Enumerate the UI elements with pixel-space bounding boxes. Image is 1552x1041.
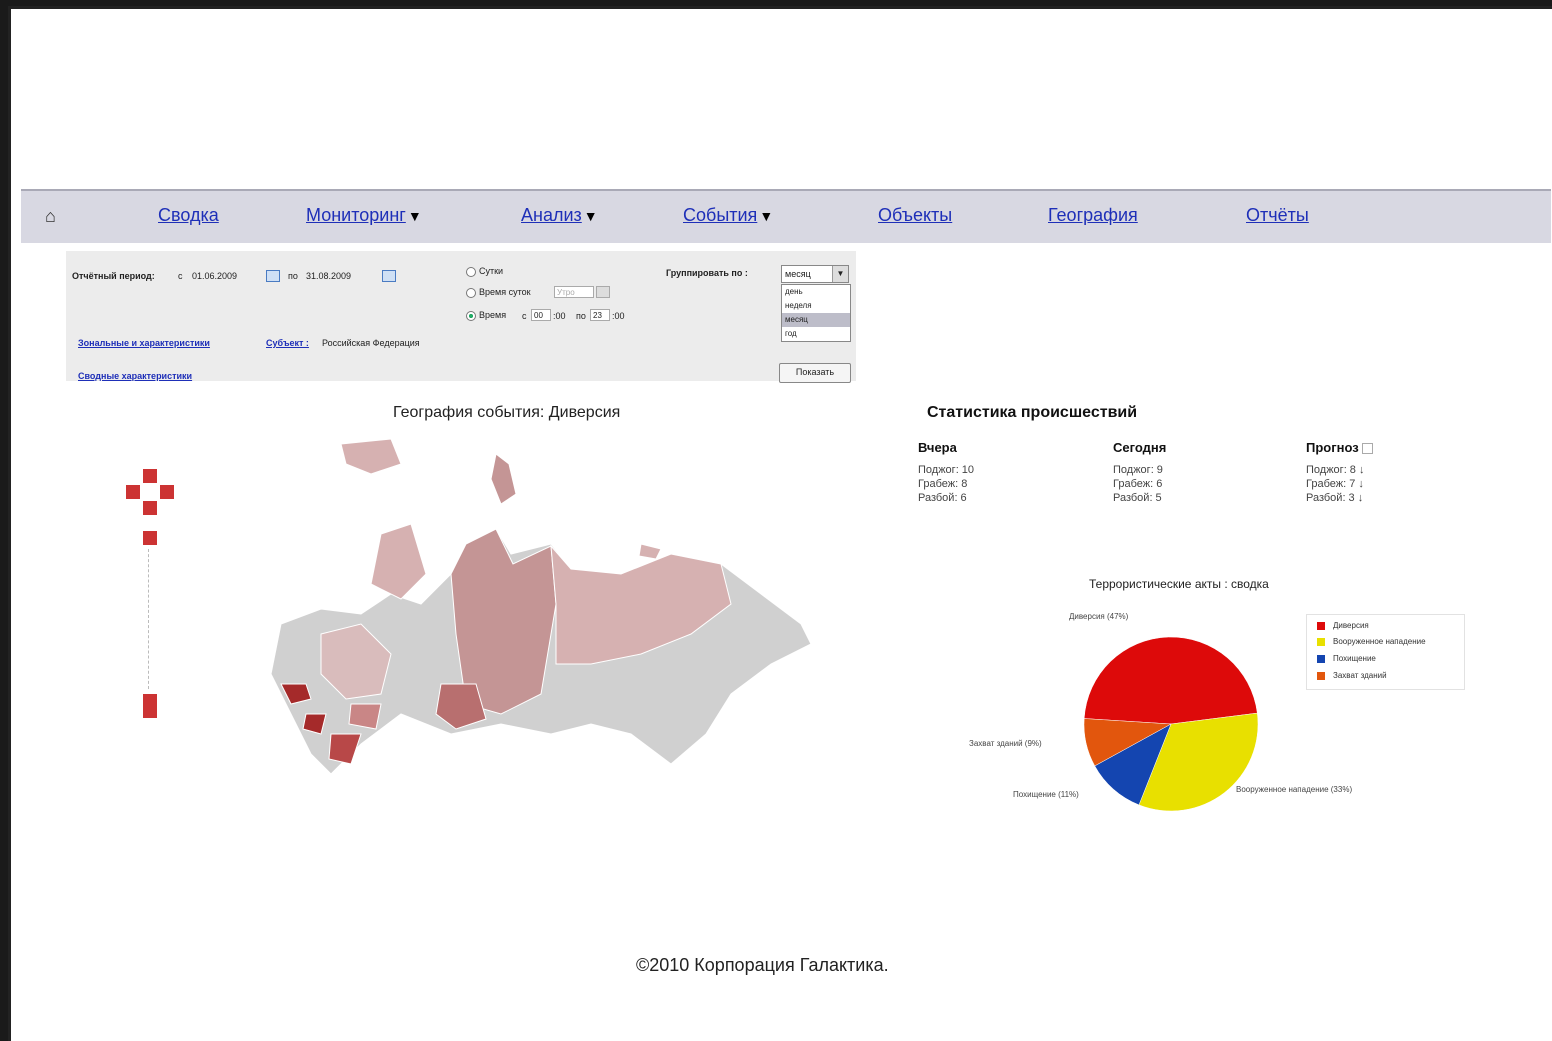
stats-card-yesterday: Вчера Поджог: 10 Грабеж: 8 Разбой: 6 <box>906 432 1086 522</box>
radio-icon[interactable] <box>466 310 476 321</box>
pan-left-icon[interactable] <box>126 485 140 499</box>
zoom-slider[interactable] <box>148 549 153 689</box>
legend-swatch <box>1317 621 1325 630</box>
show-button[interactable]: Показать <box>779 363 851 383</box>
nav-reports[interactable]: Отчёты <box>1246 205 1309 226</box>
radio-time-of-day[interactable]: Время суток <box>466 287 531 298</box>
time-of-day-select[interactable]: Утро <box>554 286 594 298</box>
time-to-min: :00 <box>612 311 625 321</box>
map-title: География события: Диверсия <box>393 404 621 421</box>
map-region <box>490 453 517 505</box>
pie-slice[interactable] <box>1083 636 1258 725</box>
chevron-down-icon[interactable]: ▼ <box>832 266 848 282</box>
nav-events[interactable]: События ▼ <box>683 205 773 226</box>
card-row: Поджог: 10 <box>918 464 975 476</box>
time-from-hour[interactable]: 00 <box>531 309 551 321</box>
period-label: Отчётный период: <box>72 271 155 281</box>
radio-time[interactable]: Время <box>466 310 506 321</box>
radio-icon[interactable] <box>466 287 476 298</box>
russia-map[interactable] <box>251 434 821 804</box>
pie-title: Террористические акты : сводка <box>1089 577 1269 591</box>
map-region <box>328 733 362 765</box>
legend-swatch <box>1317 654 1325 663</box>
card-row: Разбой: 6 <box>918 492 967 504</box>
card-row: Разбой: 3 ↓ <box>1306 492 1364 504</box>
card-row: Грабеж: 6 <box>1113 478 1163 490</box>
time-from-min: :00 <box>553 311 566 321</box>
option-year[interactable]: год <box>782 327 850 341</box>
filter-panel: Отчётный период: с 01.06.2009 по 31.08.2… <box>66 251 856 383</box>
browser-content: ⌂ Сводка Мониторинг ▼ Анализ ▼ События ▼ Об… <box>8 6 1552 1041</box>
calendar-icon[interactable] <box>382 270 396 282</box>
from-label: с <box>178 271 183 281</box>
card-row: Грабеж: 7 ↓ <box>1306 478 1364 490</box>
option-day[interactable]: день <box>782 285 850 299</box>
pie-label: Диверсия (47%) <box>1069 612 1129 621</box>
legend-swatch <box>1317 637 1325 646</box>
group-selected: месяц <box>785 269 811 279</box>
zoom-out-icon[interactable] <box>143 694 157 718</box>
subject-value: Российская Федерация <box>322 338 420 348</box>
radio-icon[interactable] <box>466 266 476 277</box>
summary-link[interactable]: Сводные характеристики <box>78 371 192 381</box>
chevron-down-icon: ▼ <box>583 208 598 224</box>
radio-day[interactable]: Сутки <box>466 266 503 277</box>
zoom-in-icon[interactable] <box>143 531 157 545</box>
stats-card-today: Сегодня Поджог: 9 Грабеж: 6 Разбой: 5 <box>1101 432 1281 522</box>
map-region <box>348 703 382 730</box>
group-label: Группировать по : <box>666 268 748 278</box>
time-to-label: по <box>576 311 586 321</box>
to-label: по <box>288 271 298 281</box>
main-nav: ⌂ Сводка Мониторинг ▼ Анализ ▼ События ▼ Об… <box>21 189 1551 243</box>
pie-label: Захват зданий (9%) <box>969 739 1042 748</box>
calendar-icon[interactable] <box>266 270 280 282</box>
nav-objects[interactable]: Объекты <box>878 205 952 226</box>
pie-legend: Диверсия Вооруженное нападение Похищение… <box>1306 614 1465 690</box>
legend-item: Диверсия <box>1317 621 1369 630</box>
nav-svodka[interactable]: Сводка <box>158 205 219 226</box>
option-week[interactable]: неделя <box>782 299 850 313</box>
group-select[interactable]: месяц ▼ <box>781 265 849 283</box>
option-month[interactable]: месяц <box>782 313 850 327</box>
map-region <box>340 438 402 475</box>
stats-card-forecast: Прогноз Поджог: 8 ↓ Грабеж: 7 ↓ Разбой: … <box>1294 432 1474 522</box>
card-row: Разбой: 5 <box>1113 492 1162 504</box>
home-icon[interactable]: ⌂ <box>45 206 56 227</box>
legend-item: Захват зданий <box>1317 671 1387 680</box>
nav-geography[interactable]: География <box>1048 205 1138 226</box>
time-to-hour[interactable]: 23 <box>590 309 610 321</box>
card-title: Прогноз <box>1306 440 1462 455</box>
legend-item: Похищение <box>1317 654 1376 663</box>
pan-right-icon[interactable] <box>160 485 174 499</box>
group-options: день неделя месяц год <box>781 284 851 342</box>
features-link[interactable]: Зональные и характеристики <box>78 338 210 348</box>
chevron-down-icon: ▼ <box>759 208 774 224</box>
map-region <box>638 543 662 560</box>
subject-link[interactable]: Субъект : <box>266 338 309 348</box>
map-region <box>370 523 427 600</box>
footer-copyright: ©2010 Корпорация Галактика. <box>636 955 889 975</box>
nav-monitoring[interactable]: Мониторинг ▼ <box>306 205 422 226</box>
map-zoom-control <box>126 469 174 729</box>
card-title: Сегодня <box>1113 440 1167 455</box>
nav-analysis[interactable]: Анализ ▼ <box>521 205 598 226</box>
info-icon[interactable] <box>1362 443 1374 455</box>
chevron-down-icon: ▼ <box>407 208 422 224</box>
time-from-label: с <box>522 311 527 321</box>
pan-up-icon[interactable] <box>143 469 157 483</box>
to-date-input[interactable]: 31.08.2009 <box>306 271 351 281</box>
card-row: Поджог: 9 <box>1113 464 1163 476</box>
legend-swatch <box>1317 671 1325 680</box>
card-row: Грабеж: 8 <box>918 478 968 490</box>
stats-title: Статистика происшествий <box>927 404 1138 421</box>
pie-label: Похищение (11%) <box>1013 790 1079 799</box>
pan-down-icon[interactable] <box>143 501 157 515</box>
pie-label: Вооруженное нападение (33%) <box>1236 785 1353 794</box>
chevron-down-icon[interactable] <box>596 286 610 298</box>
card-row: Поджог: 8 ↓ <box>1306 464 1365 476</box>
from-date-input[interactable]: 01.06.2009 <box>192 271 237 281</box>
legend-item: Вооруженное нападение <box>1317 637 1426 646</box>
card-title: Вчера <box>918 440 957 455</box>
